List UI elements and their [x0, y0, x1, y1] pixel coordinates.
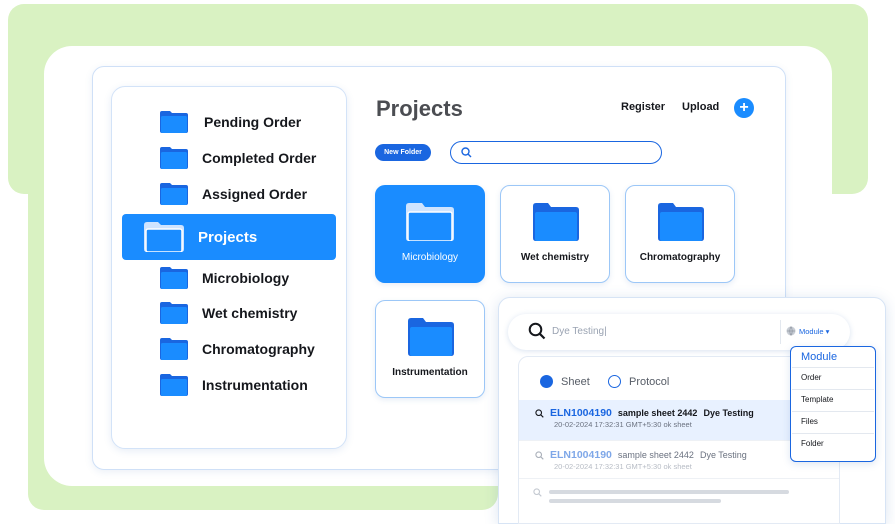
search-icon [528, 322, 546, 340]
folder-icon [160, 147, 188, 169]
radio-unselected [608, 375, 621, 388]
folder-icon [144, 222, 184, 252]
folder-icon [160, 338, 188, 360]
result-tag: Dye Testing [703, 408, 754, 418]
filter-protocol[interactable]: Protocol [608, 375, 669, 388]
sidebar-item-completed-order[interactable]: Completed Order [160, 145, 316, 171]
radio-selected [540, 375, 553, 388]
divider [792, 433, 874, 434]
sidebar-item-assigned-order[interactable]: Assigned Order [160, 181, 307, 207]
global-search-bar[interactable]: Dye Testing| Module ▾ [508, 314, 850, 350]
divider [792, 411, 874, 412]
folder-icon [160, 183, 188, 205]
sidebar-item-projects[interactable]: Projects [122, 214, 336, 260]
sidebar-item-label: Assigned Order [202, 186, 308, 202]
folder-icon [408, 318, 454, 356]
skeleton-line [549, 499, 721, 503]
module-option-files[interactable]: Files [801, 417, 818, 426]
global-search-input[interactable]: Dye Testing| [552, 326, 607, 337]
result-code: ELN1004190 [550, 407, 612, 419]
result-meta: 20-02-2024 17:32:31 GMT+5:30 ok sheet [554, 462, 692, 471]
folder-tile-label: Instrumentation [392, 367, 468, 378]
sidebar-item-label: Microbiology [202, 270, 290, 286]
result-placeholder [533, 488, 542, 499]
sidebar-item-label: Completed Order [202, 150, 317, 166]
sidebar-item-label: Chromatography [202, 341, 315, 357]
sidebar-item-microbiology[interactable]: Microbiology [160, 265, 289, 291]
module-dropdown-trigger[interactable]: Module ▾ [799, 327, 829, 336]
result-item[interactable]: ELN1004190 sample sheet 2442 Dye Testing… [535, 407, 754, 429]
folder-tile-instrumentation[interactable]: Instrumentation [375, 300, 485, 398]
search-divider [780, 320, 781, 344]
result-meta: 20-02-2024 17:32:31 GMT+5:30 ok sheet [554, 420, 692, 429]
sidebar-item-label: Projects [198, 228, 258, 246]
sidebar-item-chromatography[interactable]: Chromatography [160, 336, 315, 362]
sidebar-item-label: Instrumentation [202, 377, 308, 393]
page-title: Projects [376, 96, 463, 121]
module-option-folder[interactable]: Folder [801, 439, 824, 448]
result-name: sample sheet 2442 [617, 408, 698, 418]
filter-label: Protocol [629, 375, 670, 388]
sidebar-item-label: Pending Order [204, 114, 302, 130]
folder-icon [406, 203, 454, 241]
folder-tile-label: Wet chemistry [520, 252, 590, 263]
result-code: ELN1004190 [550, 449, 612, 461]
folder-tile-chromatography[interactable]: Chromatography [625, 185, 735, 283]
search-icon [533, 488, 542, 497]
module-option-order[interactable]: Order [801, 373, 821, 382]
add-button[interactable]: + [734, 98, 754, 118]
upload-link[interactable]: Upload [682, 101, 719, 113]
divider [792, 367, 874, 368]
search-icon [461, 147, 472, 158]
globe-icon [786, 326, 796, 336]
new-folder-button[interactable]: New Folder [375, 144, 431, 161]
folder-icon [160, 267, 188, 289]
folder-tile-wet-chemistry[interactable]: Wet chemistry [500, 185, 610, 283]
folder-tile-label: Chromatography [639, 252, 721, 263]
folder-tile-microbiology[interactable]: Microbiology [375, 185, 485, 283]
search-icon [535, 450, 544, 460]
result-name: sample sheet 2442 [617, 450, 694, 460]
sidebar-item-pending-order[interactable]: Pending Order [160, 109, 301, 135]
search-input[interactable] [450, 141, 662, 164]
folder-icon [160, 111, 188, 133]
filter-label: Sheet [561, 375, 590, 388]
sidebar-item-instrumentation[interactable]: Instrumentation [160, 372, 308, 398]
module-option-template[interactable]: Template [801, 395, 833, 404]
result-item[interactable]: ELN1004190 sample sheet 2442 Dye Testing… [535, 449, 747, 471]
register-link[interactable]: Register [621, 101, 665, 113]
sidebar-item-label: Wet chemistry [202, 305, 298, 321]
search-icon [535, 408, 544, 418]
divider [519, 478, 839, 479]
filter-sheet[interactable]: Sheet [540, 375, 590, 388]
sidebar-item-wet-chemistry[interactable]: Wet chemistry [160, 300, 297, 326]
folder-icon [160, 302, 188, 324]
folder-icon [658, 203, 704, 241]
module-dropdown-title: Module [801, 351, 838, 363]
skeleton-line [549, 490, 789, 494]
folder-tile-label: Microbiology [401, 252, 459, 263]
folder-icon [533, 203, 579, 241]
folder-icon [160, 374, 188, 396]
result-tag: Dye Testing [699, 450, 747, 460]
divider [792, 389, 874, 390]
